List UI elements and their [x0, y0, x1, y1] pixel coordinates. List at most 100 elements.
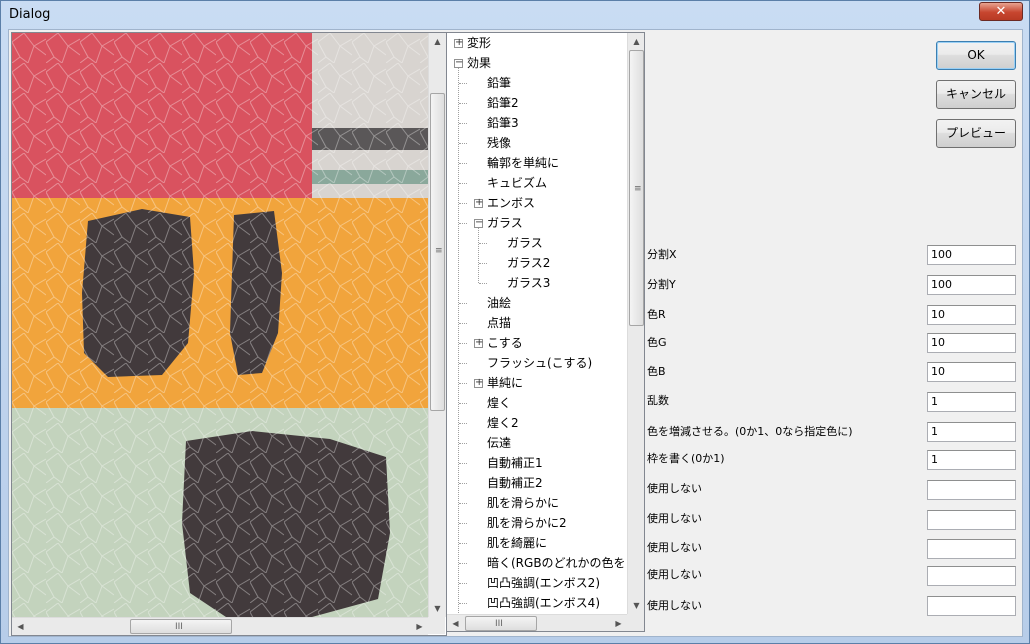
- param-input[interactable]: [927, 480, 1016, 500]
- scroll-down-arrow-icon[interactable]: ▼: [628, 597, 644, 614]
- tree-item[interactable]: 単純に: [487, 373, 523, 393]
- tree-connector-line: [459, 343, 467, 344]
- minus-glyph: −: [475, 217, 484, 228]
- image-preview-pane[interactable]: ▲ ≡ ▼ ◀ III ▶: [11, 32, 447, 636]
- tree-item[interactable]: 鉛筆3: [487, 113, 519, 133]
- tree-connector-line: [458, 63, 459, 613]
- tree-connector-line: [459, 583, 467, 584]
- tree-vertical-scrollbar[interactable]: ▲ ≡ ▼: [627, 33, 644, 614]
- param-input[interactable]: [927, 510, 1016, 530]
- param-input[interactable]: [927, 539, 1016, 559]
- tree-item[interactable]: ガラス: [507, 233, 543, 253]
- grip-icon: ≡: [634, 184, 642, 194]
- tree-item[interactable]: 輪郭を単純に: [487, 153, 559, 173]
- tree-item[interactable]: キュビズム: [487, 173, 547, 193]
- cancel-button[interactable]: キャンセル: [936, 80, 1016, 109]
- tree-item[interactable]: 凹凸強調(エンボス4): [487, 593, 600, 613]
- plus-glyph: +: [475, 197, 484, 208]
- expand-icon[interactable]: +: [474, 377, 483, 388]
- preview-button[interactable]: プレビュー: [936, 119, 1016, 148]
- tree-item[interactable]: フラッシュ(こする): [487, 353, 592, 373]
- tree-connector-line: [459, 463, 467, 464]
- tree-item[interactable]: 鉛筆2: [487, 93, 519, 113]
- tree-item[interactable]: 煌く: [487, 393, 511, 413]
- horizontal-scroll-thumb[interactable]: III: [465, 616, 537, 631]
- effect-tree-view[interactable]: + 変形 − 効果 鉛筆 鉛筆2 鉛筆3 残像 輪郭を単純に キュビズム + エンボス − ガラス ガラスガ…: [446, 32, 645, 632]
- tree-item[interactable]: エンボス: [487, 193, 535, 213]
- param-input[interactable]: 10: [927, 333, 1016, 353]
- tree-item[interactable]: 点描: [487, 313, 511, 333]
- dialog-client-area: ▲ ≡ ▼ ◀ III ▶ + 変形 − 効果 鉛筆 鉛筆2 鉛筆3 残像 輪郭を単純に キュビズ…: [8, 29, 1023, 637]
- preview-horizontal-scrollbar[interactable]: ◀ III ▶: [12, 617, 428, 635]
- tree-connector-line: [459, 603, 467, 604]
- scroll-up-arrow-icon[interactable]: ▲: [628, 33, 644, 50]
- preview-vertical-scrollbar[interactable]: ▲ ≡ ▼: [428, 33, 446, 617]
- tree-connector-line: [459, 423, 467, 424]
- param-input[interactable]: 1: [927, 422, 1016, 442]
- expand-icon[interactable]: +: [474, 337, 483, 348]
- tree-connector-line: [479, 263, 487, 264]
- close-button[interactable]: ✕: [979, 2, 1023, 21]
- tree-item[interactable]: 肌を滑らかに: [487, 493, 559, 513]
- expand-icon[interactable]: +: [474, 197, 483, 208]
- tree-connector-line: [459, 163, 467, 164]
- tree-item[interactable]: ガラス2: [507, 253, 550, 273]
- scroll-left-arrow-icon[interactable]: ◀: [447, 615, 464, 631]
- tree-connector-line: [459, 183, 467, 184]
- tree-connector-line: [459, 223, 467, 224]
- grip-icon: ≡: [435, 246, 443, 256]
- tree-item[interactable]: 煌く2: [487, 413, 519, 433]
- tree-connector-line: [459, 123, 467, 124]
- collapse-icon[interactable]: −: [474, 217, 483, 228]
- vertical-scroll-thumb[interactable]: ≡: [629, 50, 644, 326]
- vertical-scroll-thumb[interactable]: ≡: [430, 93, 445, 411]
- tree-item[interactable]: 効果: [467, 53, 491, 73]
- tree-item[interactable]: 肌を滑らかに2: [487, 513, 567, 533]
- scroll-right-arrow-icon[interactable]: ▶: [411, 618, 428, 635]
- scroll-down-arrow-icon[interactable]: ▼: [429, 600, 446, 617]
- preview-image: [12, 33, 428, 617]
- tree-item[interactable]: 油絵: [487, 293, 511, 313]
- param-label: 分割Y: [647, 278, 676, 291]
- tree-content: + 変形 − 効果 鉛筆 鉛筆2 鉛筆3 残像 輪郭を単純に キュビズム + エンボス − ガラス ガラスガ…: [447, 33, 627, 613]
- tree-item[interactable]: 凹凸強調(エンボス2): [487, 573, 600, 593]
- tree-item[interactable]: 残像: [487, 133, 511, 153]
- tree-connector-line: [459, 563, 467, 564]
- scroll-right-arrow-icon[interactable]: ▶: [610, 615, 627, 631]
- scroll-up-arrow-icon[interactable]: ▲: [429, 33, 446, 50]
- tree-item[interactable]: 肌を綺麗に: [487, 533, 547, 553]
- tree-connector-line: [459, 403, 467, 404]
- tree-item[interactable]: 自動補正2: [487, 473, 543, 493]
- tree-item[interactable]: 鉛筆: [487, 73, 511, 93]
- tree-connector-line: [479, 243, 487, 244]
- tree-connector-line: [459, 503, 467, 504]
- tree-item[interactable]: ガラス: [487, 213, 523, 233]
- expand-icon[interactable]: +: [454, 37, 463, 48]
- tree-item[interactable]: 自動補正1: [487, 453, 543, 473]
- title-bar[interactable]: Dialog ✕: [1, 1, 1029, 29]
- horizontal-scroll-thumb[interactable]: III: [130, 619, 232, 634]
- tree-connector-line: [459, 143, 467, 144]
- tree-item[interactable]: 変形: [467, 33, 491, 53]
- tree-item[interactable]: 伝達: [487, 433, 511, 453]
- param-input[interactable]: 100: [927, 275, 1016, 295]
- param-input[interactable]: 10: [927, 305, 1016, 325]
- tree-connector-line: [459, 363, 467, 364]
- tree-connector-line: [459, 483, 467, 484]
- tree-item[interactable]: ガラス3: [507, 273, 550, 293]
- window-title: Dialog: [9, 7, 51, 22]
- collapse-icon[interactable]: −: [454, 57, 463, 68]
- grip-icon: III: [175, 622, 183, 632]
- ok-button[interactable]: OK: [936, 41, 1016, 70]
- param-input[interactable]: 100: [927, 245, 1016, 265]
- tree-connector-line: [459, 83, 467, 84]
- scroll-left-arrow-icon[interactable]: ◀: [12, 618, 29, 635]
- param-input[interactable]: [927, 596, 1016, 616]
- param-input[interactable]: 1: [927, 392, 1016, 412]
- tree-item[interactable]: こする: [487, 333, 523, 353]
- param-input[interactable]: 10: [927, 362, 1016, 382]
- param-input[interactable]: [927, 566, 1016, 586]
- tree-item[interactable]: 暗く(RGBのどれかの色を: [487, 553, 626, 573]
- tree-horizontal-scrollbar[interactable]: ◀ III ▶: [447, 614, 627, 631]
- param-input[interactable]: 1: [927, 450, 1016, 470]
